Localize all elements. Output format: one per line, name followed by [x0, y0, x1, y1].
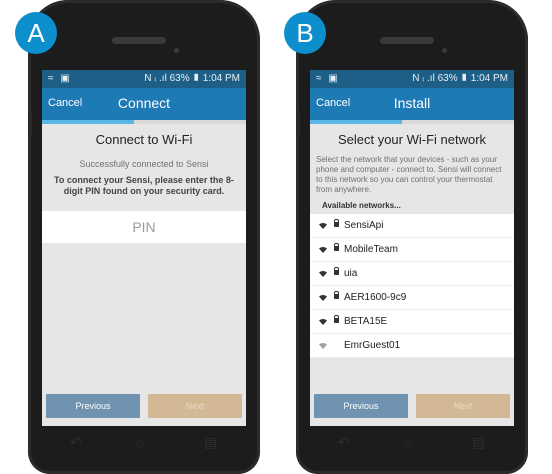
- network-list: SensiApi MobileTeam uia AER1600-9c9 BETA15E E…: [310, 214, 514, 358]
- success-message: Successfully connected to Sensi: [79, 159, 209, 169]
- front-camera: [174, 48, 179, 53]
- available-networks-label: Available networks...: [322, 201, 401, 210]
- earpiece-speaker: [380, 37, 434, 44]
- wifi-icon: [319, 270, 327, 277]
- home-icon[interactable]: ⌂: [404, 434, 412, 450]
- phone-a: ≈ ▣ N ⨾ .ıl 63% ▮ 1:04 PM Cancel Connect…: [28, 0, 260, 474]
- previous-button[interactable]: Previous: [314, 394, 408, 418]
- network-row[interactable]: SensiApi: [310, 214, 514, 238]
- page-heading: Select your Wi-Fi network: [337, 132, 487, 147]
- status-info: N ⨾ .ıl 63% ▮ 1:04 PM: [412, 73, 508, 84]
- progress-fill: [310, 120, 402, 124]
- home-icon[interactable]: ⌂: [136, 434, 144, 450]
- network-name: EmrGuest01: [344, 340, 401, 351]
- previous-button[interactable]: Previous: [46, 394, 140, 418]
- phone-b: ≈ ▣ N ⨾ .ıl 63% ▮ 1:04 PM Cancel Install…: [296, 0, 528, 474]
- page-heading: Connect to Wi-Fi: [95, 132, 193, 147]
- network-row[interactable]: MobileTeam: [310, 238, 514, 262]
- network-row[interactable]: BETA15E: [310, 310, 514, 334]
- back-icon[interactable]: ↶: [70, 434, 82, 451]
- network-description: Select the network that your devices - s…: [316, 155, 502, 194]
- volume-button: [296, 110, 300, 136]
- network-name: SensiApi: [344, 220, 384, 231]
- nav-bar: Cancel Connect: [42, 88, 246, 120]
- network-name: MobileTeam: [344, 244, 398, 255]
- pin-input[interactable]: PIN: [42, 211, 246, 243]
- lock-icon: [334, 267, 339, 275]
- pin-instruction: To connect your Sensi, please enter the …: [54, 175, 234, 196]
- nav-bar: Cancel Install: [310, 88, 514, 120]
- progress-fill: [42, 120, 134, 124]
- network-row[interactable]: AER1600-9c9: [310, 286, 514, 310]
- wifi-icon: [319, 342, 327, 349]
- wifi-icon: [319, 222, 327, 229]
- wifi-icon: [319, 246, 327, 253]
- label-a-badge: A: [15, 12, 57, 54]
- earpiece-speaker: [112, 37, 166, 44]
- network-row[interactable]: EmrGuest01: [310, 334, 514, 358]
- notification-icons: ≈ ▣: [48, 73, 72, 84]
- button-bar: Previous Next: [42, 388, 246, 426]
- lock-icon: [334, 315, 339, 323]
- recent-apps-icon[interactable]: ▤: [204, 434, 217, 451]
- progress-bar: [42, 120, 246, 124]
- status-bar: ≈ ▣ N ⨾ .ıl 63% ▮ 1:04 PM: [42, 70, 246, 88]
- lock-icon: [334, 219, 339, 227]
- status-bar: ≈ ▣ N ⨾ .ıl 63% ▮ 1:04 PM: [310, 70, 514, 88]
- front-camera: [442, 48, 447, 53]
- next-button[interactable]: Next: [416, 394, 510, 418]
- recent-apps-icon[interactable]: ▤: [472, 434, 485, 451]
- back-icon[interactable]: ↶: [338, 434, 350, 451]
- lock-icon: [334, 291, 339, 299]
- button-bar: Previous Next: [310, 388, 514, 426]
- lock-icon: [334, 243, 339, 251]
- notification-icons: ≈ ▣: [316, 73, 340, 84]
- screen-title: Connect: [117, 95, 171, 111]
- soft-keys: ↶ ⌂ ▤: [28, 434, 260, 458]
- wifi-icon: [319, 318, 327, 325]
- screen-a: ≈ ▣ N ⨾ .ıl 63% ▮ 1:04 PM Cancel Connect…: [42, 70, 246, 426]
- network-name: BETA15E: [344, 316, 388, 327]
- soft-keys: ↶ ⌂ ▤: [296, 434, 528, 458]
- wifi-icon: [319, 294, 327, 301]
- network-name: AER1600-9c9: [344, 292, 407, 303]
- screen-title: Install: [393, 95, 431, 111]
- status-info: N ⨾ .ıl 63% ▮ 1:04 PM: [144, 73, 240, 84]
- next-button[interactable]: Next: [148, 394, 242, 418]
- screen-b: ≈ ▣ N ⨾ .ıl 63% ▮ 1:04 PM Cancel Install…: [310, 70, 514, 426]
- volume-button: [28, 110, 32, 136]
- label-b-badge: B: [284, 12, 326, 54]
- network-row[interactable]: uia: [310, 262, 514, 286]
- network-name: uia: [344, 268, 358, 279]
- progress-bar: [310, 120, 514, 124]
